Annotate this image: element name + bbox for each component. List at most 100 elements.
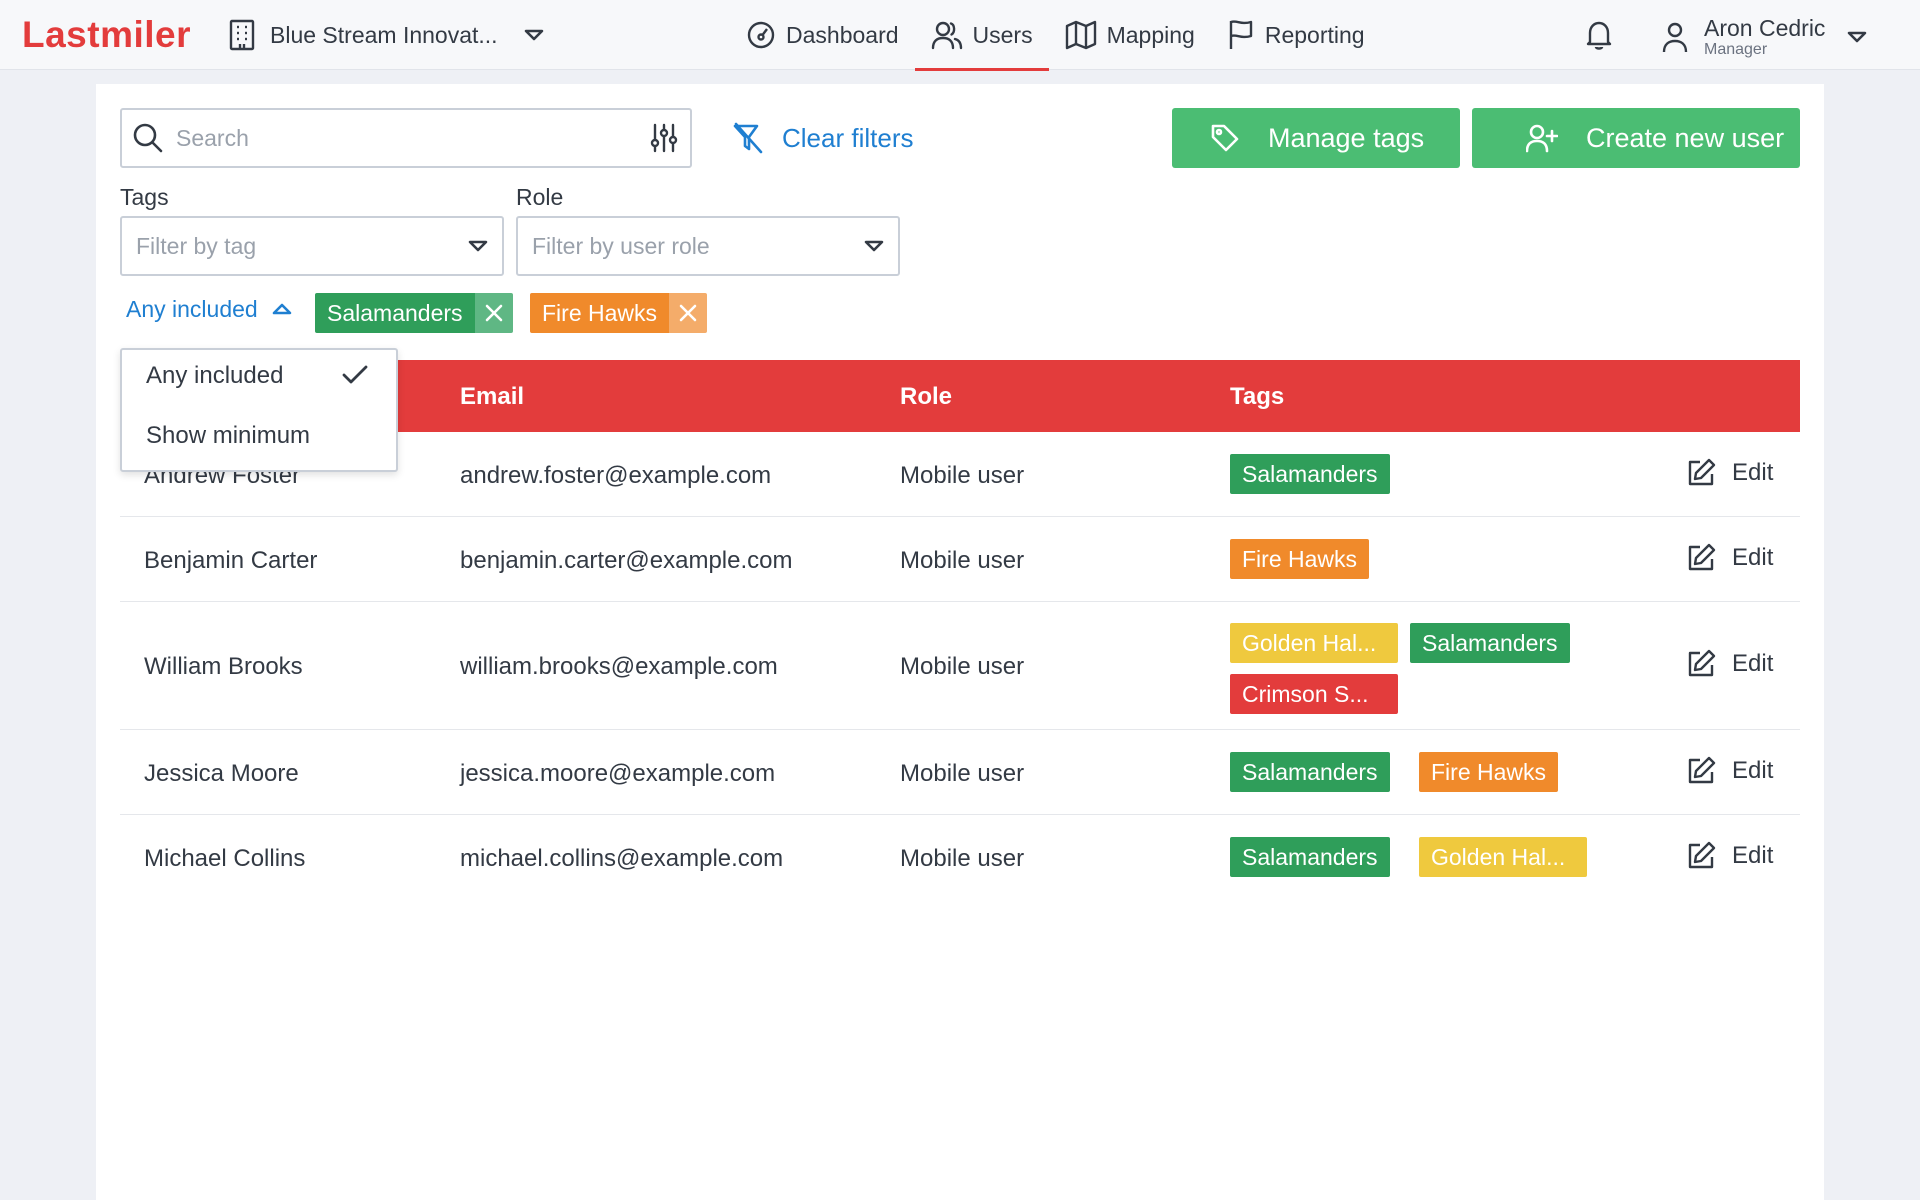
nav-users-label: Users	[972, 21, 1033, 48]
user-menu[interactable]: Aron Cedric Manager	[1660, 12, 1867, 62]
role-filter-placeholder: Filter by user role	[532, 232, 710, 259]
top-navigation-bar: Lastmiler Blue Stream Innovat... Dashboa…	[0, 0, 1920, 71]
menu-item-label: Any included	[146, 362, 284, 389]
edit-button[interactable]: Edit	[1686, 841, 1773, 871]
user-name: Aron Cedric	[1704, 15, 1826, 41]
app-logo[interactable]: Lastmiler	[22, 14, 191, 56]
nav-dashboard[interactable]: Dashboard	[730, 0, 915, 70]
main-nav: Dashboard Users Mapping Reporting	[730, 0, 1381, 71]
user-name-cell: William Brooks	[144, 653, 303, 680]
match-mode-toggle[interactable]: Any included	[126, 294, 292, 324]
table-row[interactable]: Jessica Moore jessica.moore@example.com …	[120, 730, 1800, 815]
chevron-down-icon	[524, 29, 543, 41]
bell-icon[interactable]	[1582, 18, 1616, 52]
nav-dashboard-label: Dashboard	[786, 21, 899, 48]
edit-label: Edit	[1732, 757, 1774, 784]
nav-reporting[interactable]: Reporting	[1211, 0, 1381, 70]
user-name-cell: Jessica Moore	[144, 760, 299, 787]
tag-icon	[1211, 124, 1239, 152]
edit-icon	[1688, 649, 1716, 677]
user-role-cell: Mobile user	[900, 462, 1025, 489]
close-icon	[485, 304, 502, 322]
user-info: Aron Cedric Manager	[1704, 15, 1825, 59]
clear-filter-icon	[733, 122, 763, 154]
tag-badge: Salamanders	[1410, 623, 1570, 663]
user-email-cell: william.brooks@example.com	[460, 653, 778, 680]
company-selector[interactable]: Blue Stream Innovat...	[228, 18, 544, 52]
menu-item-any-included[interactable]: Any included	[122, 350, 396, 402]
close-icon	[679, 304, 697, 322]
user-name-cell: Michael Collins	[144, 845, 306, 872]
table-row[interactable]: William Brooks william.brooks@example.co…	[120, 602, 1800, 730]
tag-badge: Salamanders	[1230, 837, 1390, 877]
match-mode-label: Any included	[126, 295, 258, 322]
dashboard-icon	[747, 21, 775, 49]
edit-button[interactable]: Edit	[1686, 649, 1773, 679]
role-filter-label: Role	[516, 184, 564, 210]
active-tag-label: Fire Hawks	[530, 293, 670, 333]
user-email-cell: andrew.foster@example.com	[460, 462, 772, 489]
active-tag-chip-salamanders: Salamanders	[315, 293, 513, 333]
active-tag-chip-fire-hawks: Fire Hawks	[530, 293, 708, 333]
user-email-cell: jessica.moore@example.com	[460, 760, 776, 787]
building-icon	[229, 19, 255, 51]
menu-item-show-minimum[interactable]: Show minimum	[122, 410, 396, 462]
manage-tags-label: Manage tags	[1268, 122, 1425, 153]
filter-settings-icon[interactable]	[650, 123, 678, 153]
nav-mapping[interactable]: Mapping	[1049, 0, 1211, 70]
edit-icon	[1688, 458, 1716, 486]
user-role-cell: Mobile user	[900, 547, 1025, 574]
user-role: Manager	[1704, 41, 1768, 58]
users-panel: Clear filters Manage tags Create new use…	[96, 84, 1824, 1200]
remove-tag-button[interactable]	[474, 293, 513, 333]
edit-button[interactable]: Edit	[1686, 543, 1773, 573]
match-mode-menu: Any included Show minimum	[120, 348, 398, 472]
column-tags[interactable]: Tags	[1230, 383, 1284, 411]
create-user-label: Create new user	[1586, 122, 1785, 153]
edit-button[interactable]: Edit	[1686, 756, 1773, 786]
search-input[interactable]	[176, 124, 650, 152]
table-row[interactable]: Benjamin Carter benjamin.carter@example.…	[120, 517, 1800, 602]
create-user-button[interactable]: Create new user	[1472, 108, 1800, 168]
search-icon	[133, 123, 163, 153]
edit-label: Edit	[1732, 544, 1774, 571]
table-row[interactable]: Michael Collins michael.collins@example.…	[120, 815, 1800, 900]
checkmark-icon	[342, 365, 368, 384]
edit-icon	[1688, 756, 1716, 784]
nav-mapping-label: Mapping	[1106, 21, 1195, 48]
tag-badge: Crimson S...	[1230, 674, 1398, 714]
manage-tags-button[interactable]: Manage tags	[1172, 108, 1460, 168]
tag-badge: Fire Hawks	[1419, 752, 1559, 792]
menu-item-label: Show minimum	[146, 422, 311, 449]
tag-filter-select[interactable]: Filter by tag	[120, 216, 504, 276]
chevron-up-icon	[272, 303, 292, 315]
nav-reporting-label: Reporting	[1264, 21, 1365, 48]
user-icon	[1662, 22, 1688, 53]
add-user-icon	[1526, 124, 1558, 153]
flag-icon	[1229, 20, 1253, 49]
user-role-cell: Mobile user	[900, 845, 1025, 872]
users-icon	[931, 21, 962, 50]
column-email[interactable]: Email	[460, 383, 524, 411]
tag-badge: Salamanders	[1230, 454, 1390, 494]
company-name: Blue Stream Innovat...	[270, 21, 498, 48]
role-filter-select[interactable]: Filter by user role	[516, 216, 900, 276]
search-box[interactable]	[120, 108, 692, 168]
nav-users[interactable]: Users	[914, 0, 1049, 71]
user-role-cell: Mobile user	[900, 653, 1025, 680]
edit-button[interactable]: Edit	[1686, 458, 1773, 488]
edit-icon	[1688, 841, 1716, 869]
edit-icon	[1688, 543, 1716, 571]
edit-label: Edit	[1732, 842, 1774, 869]
clear-filters-button[interactable]: Clear filters	[732, 120, 913, 156]
chevron-down-icon	[864, 240, 884, 252]
tag-filter-placeholder: Filter by tag	[136, 232, 257, 259]
edit-label: Edit	[1732, 459, 1774, 486]
column-role[interactable]: Role	[900, 383, 952, 411]
remove-tag-button[interactable]	[669, 293, 708, 333]
user-email-cell: benjamin.carter@example.com	[460, 547, 793, 574]
user-email-cell: michael.collins@example.com	[460, 845, 784, 872]
tags-filter-label: Tags	[120, 184, 169, 210]
tag-badge: Golden Hal...	[1230, 623, 1398, 663]
tag-badge: Fire Hawks	[1230, 539, 1370, 579]
